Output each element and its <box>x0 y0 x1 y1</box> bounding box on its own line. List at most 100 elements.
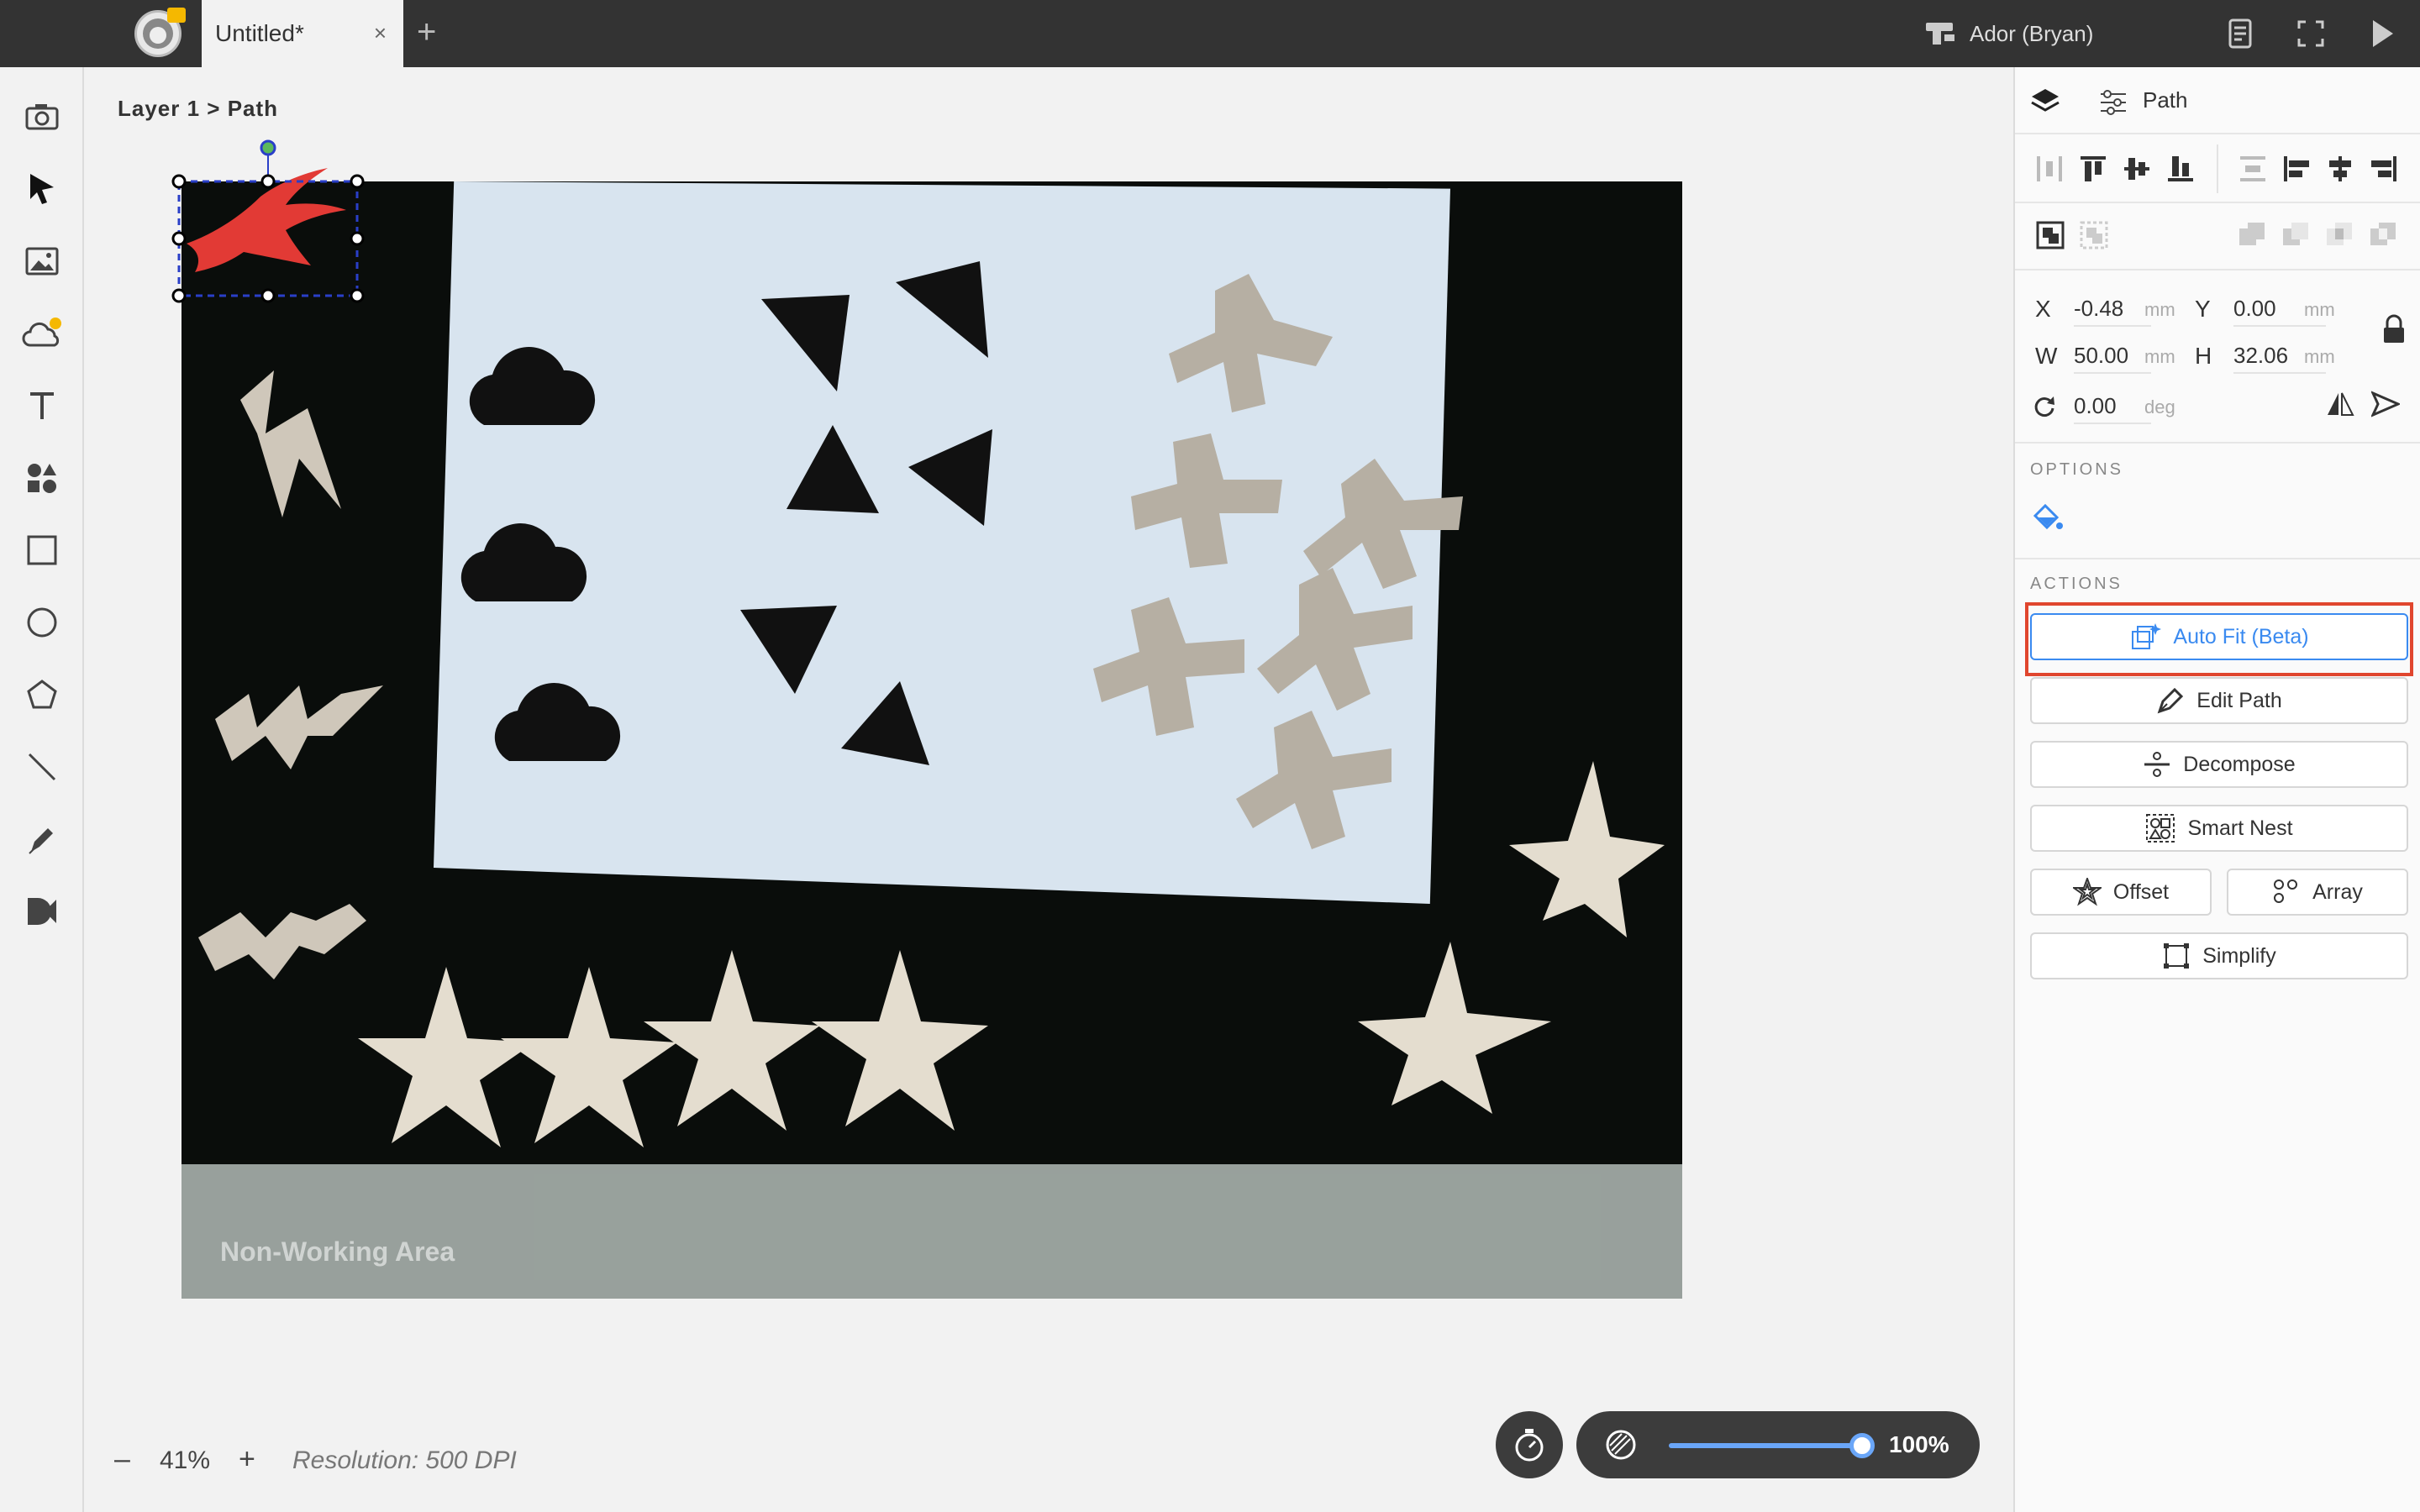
select-tool[interactable] <box>21 168 63 210</box>
elements-tool[interactable] <box>21 457 63 499</box>
intersect-icon[interactable] <box>2324 220 2354 250</box>
app-logo[interactable] <box>134 8 186 57</box>
zoom-in-button[interactable]: + <box>239 1443 255 1476</box>
options-section-label: OPTIONS <box>2030 460 2124 479</box>
y-unit: mm <box>2304 299 2335 320</box>
tab-close-button[interactable]: × <box>374 20 387 46</box>
rectangle-tool[interactable] <box>21 529 63 571</box>
align-center-icon[interactable] <box>2326 155 2354 183</box>
opacity-value: 100% <box>1889 1431 1949 1457</box>
align-middle-icon[interactable] <box>2123 155 2151 183</box>
group-toolbar <box>2015 203 2420 269</box>
alignment-toolbar <box>2015 136 2420 202</box>
align-left-icon[interactable] <box>2282 155 2311 183</box>
simplify-button[interactable]: Simplify <box>2030 932 2408 979</box>
camera-tool[interactable] <box>21 96 63 138</box>
object-settings-icon[interactable] <box>2099 87 2128 116</box>
align-divider <box>2217 144 2218 193</box>
auto-fit-label: Auto Fit (Beta) <box>2173 624 2309 648</box>
offset-star-icon <box>2072 878 2102 906</box>
task-list-icon[interactable] <box>2223 17 2257 50</box>
hatching-icon[interactable] <box>1602 1425 1640 1464</box>
cursor-icon <box>30 174 54 204</box>
cloud-elements-tool[interactable] <box>21 312 63 354</box>
image-tool[interactable] <box>21 240 63 282</box>
opacity-slider-track[interactable] <box>1669 1443 1862 1448</box>
document-tab[interactable]: Untitled* × <box>202 0 403 67</box>
device-selector[interactable]: Ador (Bryan) <box>1924 17 2093 50</box>
lightning-shapes <box>198 370 383 979</box>
difference-icon[interactable] <box>2368 220 2398 250</box>
zoom-level: 41% <box>160 1446 211 1474</box>
polygon-tool[interactable] <box>21 674 63 716</box>
edit-path-label: Edit Path <box>2196 688 2282 712</box>
layers-icon[interactable] <box>2028 86 2062 116</box>
array-button[interactable]: Array <box>2227 869 2408 916</box>
h-label: H <box>2195 343 2212 369</box>
distribute-vertical-icon[interactable] <box>2238 155 2267 183</box>
circle-icon <box>27 607 57 638</box>
group-icon[interactable] <box>2035 220 2065 250</box>
separator <box>2015 269 2420 270</box>
align-top-icon[interactable] <box>2079 155 2107 183</box>
flip-vertical-icon[interactable] <box>2371 390 2400 418</box>
opacity-slider-thumb[interactable] <box>1849 1433 1875 1458</box>
x-unit: mm <box>2144 299 2175 320</box>
decompose-label: Decompose <box>2183 752 2296 776</box>
camera-preview: Non-Working Area <box>182 181 1682 1299</box>
rectangle-icon <box>27 535 57 565</box>
distribute-horizontal-icon[interactable] <box>2035 155 2064 183</box>
fill-bucket-icon[interactable] <box>2032 501 2064 533</box>
w-unit: mm <box>2144 346 2175 367</box>
zoom-out-button[interactable]: – <box>114 1443 130 1476</box>
breadcrumb: Layer 1 > Path <box>118 96 279 121</box>
align-bottom-icon[interactable] <box>2166 155 2195 183</box>
array-icon <box>2274 879 2298 903</box>
frame-icon[interactable] <box>2294 17 2328 50</box>
pen-tool[interactable] <box>21 818 63 860</box>
triangle-shapes <box>740 261 992 765</box>
ellipse-tool[interactable] <box>21 601 63 643</box>
separator <box>2015 558 2420 559</box>
rotation-handle[interactable] <box>260 139 276 156</box>
w-label: W <box>2035 343 2058 369</box>
resolution-label: Resolution: 500 DPI <box>292 1446 517 1474</box>
text-tool[interactable] <box>21 385 63 427</box>
left-toolbar <box>0 67 84 1512</box>
decompose-button[interactable]: Decompose <box>2030 741 2408 788</box>
width-input[interactable]: 50.00 <box>2074 343 2151 374</box>
line-tool[interactable] <box>21 746 63 788</box>
timer-button[interactable] <box>1496 1411 1563 1478</box>
ungroup-icon[interactable] <box>2079 220 2109 250</box>
selected-object[interactable] <box>168 138 387 306</box>
offset-button[interactable]: Offset <box>2030 869 2212 916</box>
smart-nest-button[interactable]: Smart Nest <box>2030 805 2408 852</box>
offset-label: Offset <box>2112 879 2170 904</box>
h-unit: mm <box>2304 346 2335 367</box>
lock-icon[interactable] <box>2381 312 2407 346</box>
pentagon-icon <box>27 680 57 709</box>
align-right-icon[interactable] <box>2370 155 2398 183</box>
subtract-icon[interactable] <box>2281 220 2311 250</box>
dmkt-tool[interactable] <box>21 890 63 932</box>
play-icon[interactable] <box>2365 17 2398 50</box>
shapes-icon <box>28 464 56 493</box>
x-input[interactable]: -0.48 <box>2074 296 2151 327</box>
pen-nib-icon <box>2157 687 2184 714</box>
rotation-input[interactable]: 0.00 <box>2074 393 2151 424</box>
x-label: X <box>2035 296 2051 322</box>
rotation-unit: deg <box>2144 396 2175 417</box>
new-tab-button[interactable]: + <box>417 15 436 49</box>
flip-horizontal-icon[interactable] <box>2326 390 2354 418</box>
non-working-area <box>182 1164 1682 1299</box>
decompose-icon <box>2144 752 2170 777</box>
right-panel: Path X -0.48 mm Y 0.00 mm W 50.00 mm H 3… <box>2013 67 2420 1512</box>
union-icon[interactable] <box>2237 220 2267 250</box>
auto-fit-button[interactable]: Auto Fit (Beta) <box>2030 613 2408 660</box>
image-icon <box>25 247 59 276</box>
panel-title: Path <box>2143 87 2188 113</box>
pen-icon <box>29 828 53 854</box>
smart-nest-label: Smart Nest <box>2187 816 2293 840</box>
star-shapes <box>358 761 1665 1147</box>
edit-path-button[interactable]: Edit Path <box>2030 677 2408 724</box>
